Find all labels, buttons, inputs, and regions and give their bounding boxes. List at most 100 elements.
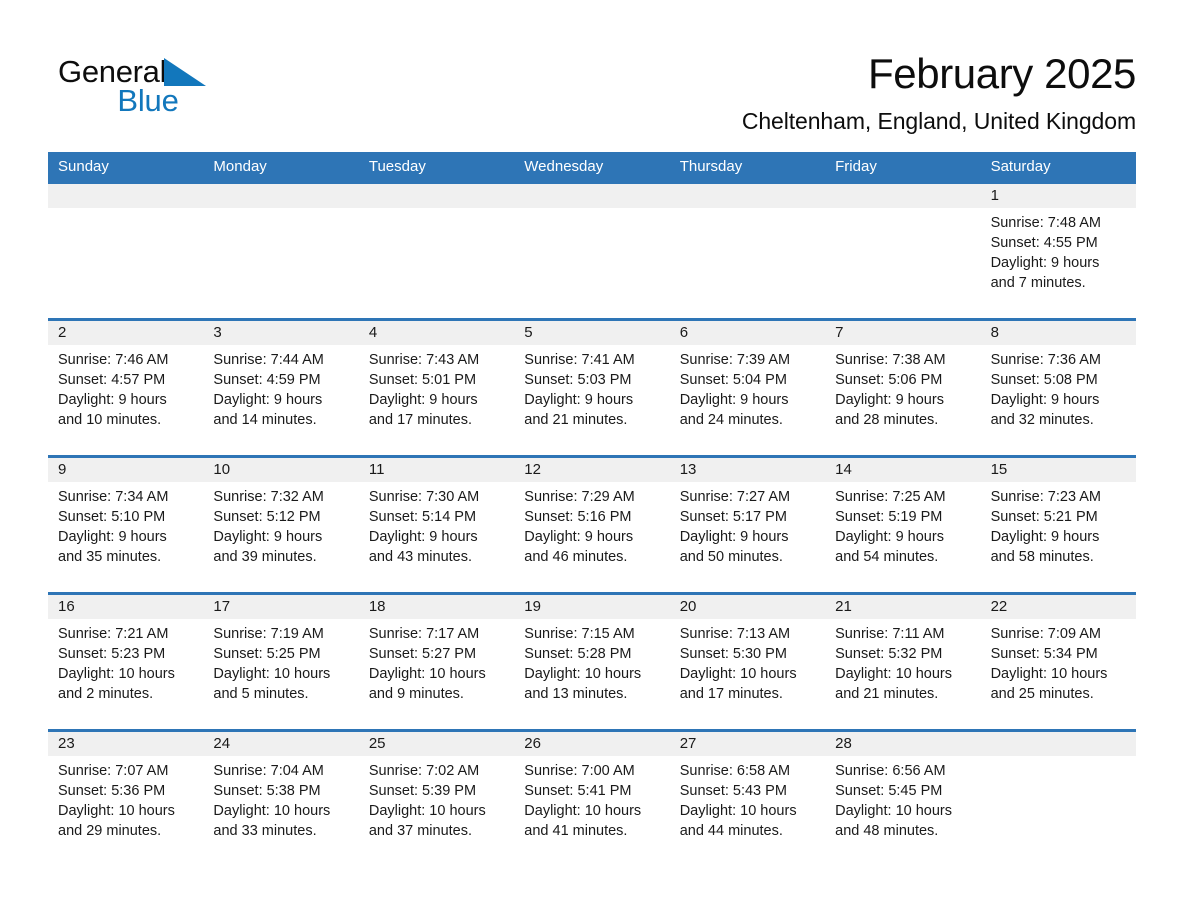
day-cell[interactable]: Sunrise: 7:34 AM Sunset: 5:10 PM Dayligh…	[48, 482, 203, 592]
day-number[interactable]: 27	[670, 732, 825, 756]
day-cell[interactable]: Sunrise: 7:19 AM Sunset: 5:25 PM Dayligh…	[203, 619, 358, 729]
daylight-text-line2: and 13 minutes.	[524, 686, 628, 702]
day-number[interactable]: 4	[359, 321, 514, 345]
day-cell[interactable]: Sunrise: 7:39 AM Sunset: 5:04 PM Dayligh…	[670, 345, 825, 455]
day-cell[interactable]	[670, 208, 825, 318]
day-cell[interactable]: Sunrise: 7:11 AM Sunset: 5:32 PM Dayligh…	[825, 619, 980, 729]
day-number[interactable]: 24	[203, 732, 358, 756]
daylight-text-line2: and 41 minutes.	[524, 823, 628, 839]
day-number[interactable]: 22	[981, 595, 1136, 619]
weekday-header-saturday: Saturday	[990, 158, 1051, 175]
day-cell[interactable]: Sunrise: 7:48 AM Sunset: 4:55 PM Dayligh…	[981, 208, 1136, 318]
day-number[interactable]: 23	[48, 732, 203, 756]
day-cell[interactable]: Sunrise: 7:41 AM Sunset: 5:03 PM Dayligh…	[514, 345, 669, 455]
day-cell[interactable]: Sunrise: 7:04 AM Sunset: 5:38 PM Dayligh…	[203, 756, 358, 866]
generalblue-logo[interactable]: General Blue	[58, 48, 208, 124]
day-cell[interactable]: Sunrise: 7:21 AM Sunset: 5:23 PM Dayligh…	[48, 619, 203, 729]
day-cell[interactable]	[203, 208, 358, 318]
daylight-text-line1: Daylight: 10 hours	[990, 666, 1108, 682]
sunrise-text: Sunrise: 7:17 AM	[368, 626, 480, 642]
day-cell[interactable]: Sunrise: 6:56 AM Sunset: 5:45 PM Dayligh…	[825, 756, 980, 866]
day-cell[interactable]: Sunrise: 7:00 AM Sunset: 5:41 PM Dayligh…	[514, 756, 669, 866]
daylight-text-line1: Daylight: 9 hours	[679, 392, 789, 408]
day-cell[interactable]	[981, 756, 1136, 866]
weekday-header-sunday: Sunday	[58, 158, 109, 175]
day-cell[interactable]: Sunrise: 7:17 AM Sunset: 5:27 PM Dayligh…	[359, 619, 514, 729]
daylight-text-line2: and 17 minutes.	[368, 412, 473, 428]
day-number[interactable]	[825, 184, 980, 208]
day-number[interactable]: 19	[514, 595, 669, 619]
day-number[interactable]: 26	[514, 732, 669, 756]
day-number[interactable]: 13	[670, 458, 825, 482]
daylight-text-line1: Daylight: 10 hours	[368, 803, 486, 819]
day-cell[interactable]: Sunrise: 7:25 AM Sunset: 5:19 PM Dayligh…	[825, 482, 980, 592]
day-cell[interactable]: Sunrise: 6:58 AM Sunset: 5:43 PM Dayligh…	[670, 756, 825, 866]
day-cell[interactable]	[48, 208, 203, 318]
day-number[interactable]: 28	[825, 732, 980, 756]
daylight-text-line1: Daylight: 10 hours	[835, 803, 953, 819]
day-cell[interactable]: Sunrise: 7:36 AM Sunset: 5:08 PM Dayligh…	[981, 345, 1136, 455]
day-number[interactable]	[514, 184, 669, 208]
daylight-text-line1: Daylight: 9 hours	[524, 529, 634, 545]
daylight-text-line2: and 7 minutes.	[990, 275, 1086, 291]
day-cell[interactable]: Sunrise: 7:32 AM Sunset: 5:12 PM Dayligh…	[203, 482, 358, 592]
day-cell[interactable]	[359, 208, 514, 318]
day-number[interactable]: 7	[825, 321, 980, 345]
day-number[interactable]: 18	[359, 595, 514, 619]
day-number[interactable]: 21	[825, 595, 980, 619]
day-number[interactable]: 11	[359, 458, 514, 482]
day-cell[interactable]: Sunrise: 7:13 AM Sunset: 5:30 PM Dayligh…	[670, 619, 825, 729]
day-number[interactable]	[203, 184, 358, 208]
sunset-text: Sunset: 5:34 PM	[990, 646, 1098, 662]
day-number[interactable]	[670, 184, 825, 208]
day-number[interactable]: 6	[670, 321, 825, 345]
sunrise-text: Sunrise: 7:07 AM	[58, 763, 169, 779]
day-number[interactable]: 8	[981, 321, 1136, 345]
daylight-text-line1: Daylight: 9 hours	[368, 529, 478, 545]
sunset-text: Sunset: 5:23 PM	[58, 646, 166, 662]
day-cell[interactable]: Sunrise: 7:30 AM Sunset: 5:14 PM Dayligh…	[359, 482, 514, 592]
day-number[interactable]: 9	[48, 458, 203, 482]
sunrise-text: Sunrise: 6:58 AM	[679, 763, 791, 779]
day-number[interactable]: 20	[670, 595, 825, 619]
day-number[interactable]: 14	[825, 458, 980, 482]
day-cell[interactable]: Sunrise: 7:43 AM Sunset: 5:01 PM Dayligh…	[359, 345, 514, 455]
day-cell[interactable]	[825, 208, 980, 318]
day-number[interactable]: 12	[514, 458, 669, 482]
day-number[interactable]: 16	[48, 595, 203, 619]
day-cell[interactable]: Sunrise: 7:44 AM Sunset: 4:59 PM Dayligh…	[203, 345, 358, 455]
day-cell[interactable]: Sunrise: 7:02 AM Sunset: 5:39 PM Dayligh…	[359, 756, 514, 866]
sunset-text: Sunset: 4:59 PM	[213, 372, 321, 388]
day-number[interactable]: 15	[981, 458, 1136, 482]
day-cell[interactable]: Sunrise: 7:09 AM Sunset: 5:34 PM Dayligh…	[981, 619, 1136, 729]
day-cell[interactable]: Sunrise: 7:15 AM Sunset: 5:28 PM Dayligh…	[514, 619, 669, 729]
day-number[interactable]: 2	[48, 321, 203, 345]
day-cell[interactable]: Sunrise: 7:07 AM Sunset: 5:36 PM Dayligh…	[48, 756, 203, 866]
week-info-band: Sunrise: 7:46 AM Sunset: 4:57 PM Dayligh…	[48, 345, 1136, 455]
daylight-text-line1: Daylight: 10 hours	[58, 666, 175, 682]
sunrise-text: Sunrise: 7:32 AM	[213, 489, 324, 505]
daylight-text-line2: and 5 minutes.	[213, 686, 309, 702]
day-cell[interactable]: Sunrise: 7:27 AM Sunset: 5:17 PM Dayligh…	[670, 482, 825, 592]
day-cell[interactable]: Sunrise: 7:46 AM Sunset: 4:57 PM Dayligh…	[48, 345, 203, 455]
day-number[interactable]: 17	[203, 595, 358, 619]
day-number[interactable]: 1	[981, 184, 1136, 208]
week-date-band: 2 3 4 5 6 7 8	[48, 321, 1136, 345]
day-number[interactable]	[981, 732, 1136, 756]
day-cell[interactable]: Sunrise: 7:23 AM Sunset: 5:21 PM Dayligh…	[981, 482, 1136, 592]
sunrise-text: Sunrise: 7:21 AM	[58, 626, 169, 642]
sunset-text: Sunset: 5:10 PM	[58, 509, 166, 525]
daylight-text-line1: Daylight: 9 hours	[58, 392, 167, 408]
day-number[interactable]	[359, 184, 514, 208]
daylight-text-line1: Daylight: 9 hours	[990, 255, 1100, 271]
day-cell[interactable]	[514, 208, 669, 318]
day-cell[interactable]: Sunrise: 7:29 AM Sunset: 5:16 PM Dayligh…	[514, 482, 669, 592]
day-number[interactable]: 10	[203, 458, 358, 482]
sunrise-text: Sunrise: 7:15 AM	[524, 626, 635, 642]
day-cell[interactable]: Sunrise: 7:38 AM Sunset: 5:06 PM Dayligh…	[825, 345, 980, 455]
daylight-text-line2: and 14 minutes.	[213, 412, 317, 428]
day-number[interactable]: 25	[359, 732, 514, 756]
day-number[interactable]: 3	[203, 321, 358, 345]
day-number[interactable]	[48, 184, 203, 208]
day-number[interactable]: 5	[514, 321, 669, 345]
